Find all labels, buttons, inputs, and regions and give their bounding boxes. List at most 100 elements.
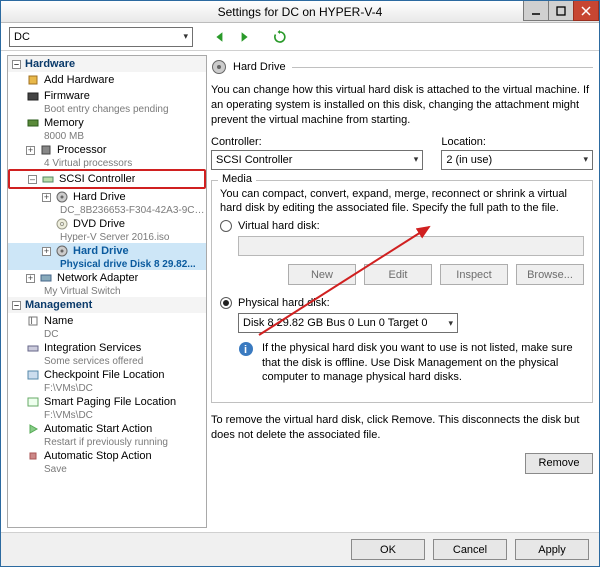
collapse-icon[interactable]: – (12, 60, 21, 69)
tree-firmware[interactable]: Firmware (8, 88, 206, 104)
integration-icon (26, 341, 40, 355)
tree-name-sub: DC (8, 329, 206, 340)
titlebar: Settings for DC on HYPER-V-4 (1, 1, 599, 23)
checkpoint-icon (26, 368, 40, 382)
refresh-button[interactable] (271, 28, 289, 46)
tree-memory-sub: 8000 MB (8, 131, 206, 142)
tree-integration-sub: Some services offered (8, 356, 206, 367)
radio-icon (220, 297, 232, 309)
settings-tree[interactable]: – Hardware Add Hardware Firmware Boot en… (7, 55, 207, 528)
expand-icon[interactable]: + (42, 193, 51, 202)
tree-autostart-sub: Restart if previously running (8, 437, 206, 448)
location-value: 2 (in use) (446, 154, 492, 166)
window-title: Settings for DC on HYPER-V-4 (1, 5, 599, 19)
memory-icon (26, 116, 40, 130)
autostart-icon (26, 422, 40, 436)
info-text: If the physical hard disk you want to us… (262, 341, 584, 384)
panel-description: You can change how this virtual hard dis… (211, 83, 593, 128)
collapse-icon[interactable]: – (28, 175, 37, 184)
close-button[interactable] (573, 1, 599, 21)
processor-icon (39, 143, 53, 157)
location-combo[interactable]: 2 (in use) ▾ (441, 150, 593, 170)
smartpaging-icon (26, 395, 40, 409)
chevron-down-icon: ▾ (414, 154, 419, 165)
remove-description: To remove the virtual hard disk, click R… (211, 413, 593, 443)
autostop-icon (26, 449, 40, 463)
edit-button: Edit (364, 264, 432, 285)
svg-text:I: I (30, 315, 33, 327)
vhd-radio-label: Virtual hard disk: (238, 220, 320, 232)
svg-text:i: i (244, 344, 247, 356)
tree-auto-stop[interactable]: Automatic Stop Action (8, 448, 206, 464)
panel-title-text: Hard Drive (233, 61, 286, 73)
name-icon: I (26, 314, 40, 328)
tree-add-hardware[interactable]: Add Hardware (8, 72, 206, 88)
controller-combo[interactable]: SCSI Controller ▾ (211, 150, 423, 170)
vhd-radio-row[interactable]: Virtual hard disk: (220, 220, 584, 232)
tree-checkpoint-sub: F:\VMs\DC (8, 383, 206, 394)
management-section-header[interactable]: – Management (8, 297, 206, 313)
collapse-icon[interactable]: – (12, 301, 21, 310)
hard-drive-icon (55, 244, 69, 258)
hardware-section-header[interactable]: – Hardware (8, 56, 206, 72)
vm-selector[interactable]: DC ▾ (9, 27, 193, 47)
info-icon: i (238, 341, 254, 357)
nav-back-button[interactable] (211, 28, 229, 46)
new-button: New (288, 264, 356, 285)
nic-icon (39, 271, 53, 285)
phd-radio-row[interactable]: Physical hard disk: (220, 297, 584, 309)
tree-hard-drive-1[interactable]: + Hard Drive (8, 189, 206, 205)
settings-window: Settings for DC on HYPER-V-4 DC ▾ – Hard… (0, 0, 600, 567)
chevron-down-icon: ▾ (583, 154, 588, 165)
cancel-button[interactable]: Cancel (433, 539, 507, 560)
vm-selector-value: DC (14, 31, 30, 43)
location-label: Location: (441, 136, 593, 148)
controller-value: SCSI Controller (216, 154, 292, 166)
physical-disk-value: Disk 8 29.82 GB Bus 0 Lun 0 Target 0 (243, 317, 427, 329)
tree-processor[interactable]: + Processor (8, 142, 206, 158)
media-description: You can compact, convert, expand, merge,… (220, 187, 584, 217)
tree-integration[interactable]: Integration Services (8, 340, 206, 356)
tree-auto-start[interactable]: Automatic Start Action (8, 421, 206, 437)
remove-button[interactable]: Remove (525, 453, 593, 474)
tree-hard-drive-2-sub: Physical drive Disk 8 29.82... (8, 259, 206, 270)
chevron-down-icon: ▾ (183, 31, 188, 42)
minimize-button[interactable] (523, 1, 549, 21)
add-hardware-icon (26, 73, 40, 87)
tree-processor-sub: 4 Virtual processors (8, 158, 206, 169)
tree-network-adapter[interactable]: + Network Adapter (8, 270, 206, 286)
tree-nic-sub: My Virtual Switch (8, 286, 206, 297)
hard-drive-icon (55, 190, 69, 204)
media-group: Media You can compact, convert, expand, … (211, 180, 593, 404)
tree-checkpoint-location[interactable]: Checkpoint File Location (8, 367, 206, 383)
tree-smart-paging[interactable]: Smart Paging File Location (8, 394, 206, 410)
phd-radio-label: Physical hard disk: (238, 297, 330, 309)
apply-button[interactable]: Apply (515, 539, 589, 560)
firmware-icon (26, 89, 40, 103)
dialog-footer: OK Cancel Apply (1, 532, 599, 566)
controller-label: Controller: (211, 136, 423, 148)
tree-smartpaging-sub: F:\VMs\DC (8, 410, 206, 421)
tree-dvd-sub: Hyper-V Server 2016.iso (8, 232, 206, 243)
tree-dvd-drive[interactable]: DVD Drive (8, 216, 206, 232)
vhd-path-input (238, 236, 584, 256)
divider (292, 67, 593, 68)
tree-scsi-controller[interactable]: – SCSI Controller (8, 169, 206, 189)
radio-icon (220, 220, 232, 232)
expand-icon[interactable]: + (42, 247, 51, 256)
chevron-down-icon: ▾ (448, 318, 453, 329)
physical-disk-combo[interactable]: Disk 8 29.82 GB Bus 0 Lun 0 Target 0 ▾ (238, 313, 458, 333)
tree-name[interactable]: I Name (8, 313, 206, 329)
tree-memory[interactable]: Memory (8, 115, 206, 131)
tree-firmware-sub: Boot entry changes pending (8, 104, 206, 115)
media-group-title: Media (218, 173, 256, 185)
expand-icon[interactable]: + (26, 146, 35, 155)
maximize-button[interactable] (548, 1, 574, 21)
tree-hard-drive-1-sub: DC_8B236653-F304-42A3-9C5... (8, 205, 206, 216)
ok-button[interactable]: OK (351, 539, 425, 560)
expand-icon[interactable]: + (26, 274, 35, 283)
browse-button: Browse... (516, 264, 584, 285)
nav-forward-button[interactable] (235, 28, 253, 46)
tree-hard-drive-2[interactable]: + Hard Drive (8, 243, 206, 259)
inspect-button: Inspect (440, 264, 508, 285)
